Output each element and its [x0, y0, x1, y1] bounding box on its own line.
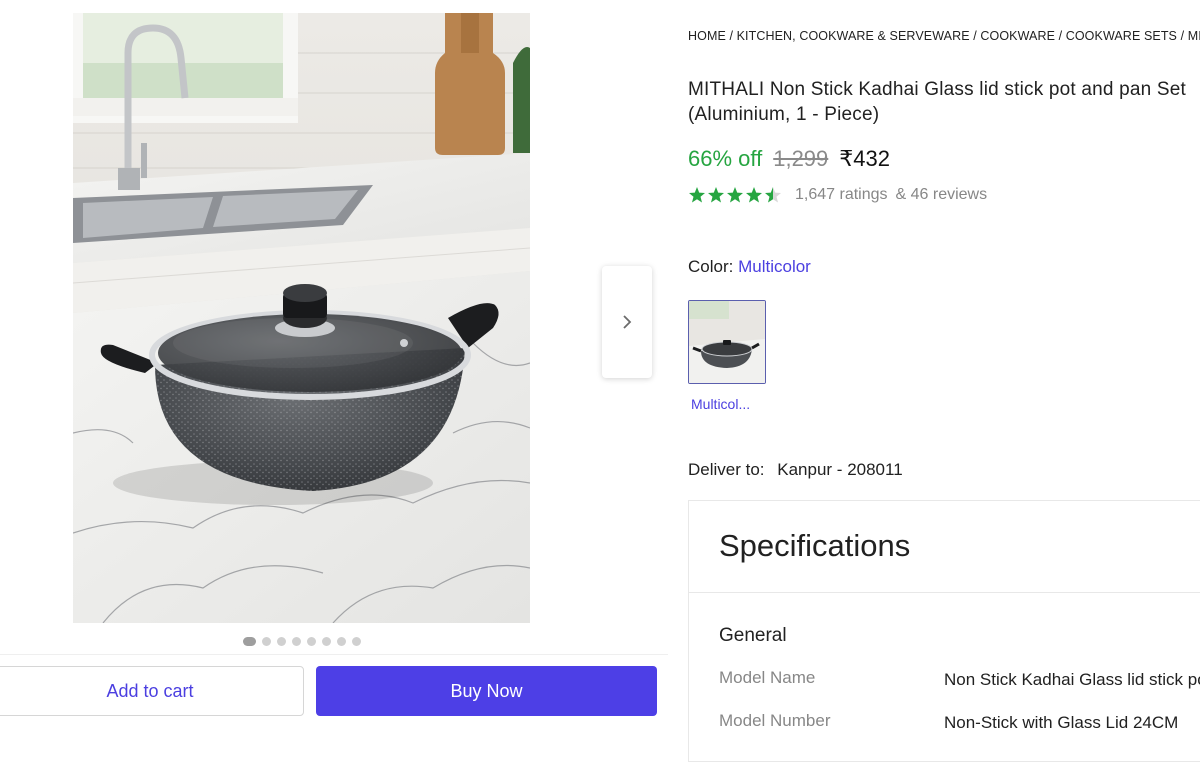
- selling-price: ₹432: [839, 146, 890, 171]
- spec-key-model-name: Model Name: [719, 668, 816, 687]
- pagination-dot[interactable]: [292, 637, 301, 646]
- spec-value-model-number: Non-Stick with Glass Lid 24CM: [944, 713, 1179, 732]
- kadhai-photo: [73, 13, 530, 623]
- spec-divider: [689, 592, 1200, 593]
- pagination-dot[interactable]: [337, 637, 346, 646]
- add-to-cart-button[interactable]: Add to cart: [0, 666, 304, 716]
- mrp-price: 1,299: [773, 146, 829, 171]
- next-image-button[interactable]: [602, 266, 652, 378]
- rating-row[interactable]: 1,647 ratings & 46 reviews: [688, 186, 987, 204]
- pagination-dot[interactable]: [277, 637, 286, 646]
- swatch-label: Multicol...: [691, 396, 751, 412]
- spec-value-model-name: Non Stick Kadhai Glass lid stick po: [944, 670, 1200, 689]
- color-label-text: Color:: [688, 257, 734, 276]
- pagination-dot[interactable]: [243, 637, 256, 646]
- pagination-dot[interactable]: [262, 637, 271, 646]
- ratings-count: 1,647 ratings: [795, 186, 888, 203]
- star-icon: [708, 187, 724, 203]
- discount-text: 66% off: [688, 146, 763, 171]
- rating-stars: [688, 186, 783, 204]
- specifications-title: Specifications: [719, 528, 911, 563]
- price-row: 66% off 1,299 ₹432: [688, 146, 890, 172]
- product-title: MITHALI Non Stick Kadhai Glass lid stick…: [688, 79, 1187, 125]
- swatch-thumbnail: [689, 301, 765, 383]
- color-swatch-multicolor[interactable]: [688, 300, 766, 384]
- buy-now-button[interactable]: Buy Now: [316, 666, 657, 716]
- color-label: Color: Multicolor: [688, 257, 811, 277]
- pagination-dot[interactable]: [352, 637, 361, 646]
- breadcrumb[interactable]: HOME / KITCHEN, COOKWARE & SERVEWARE / C…: [688, 29, 1200, 43]
- pagination-dot[interactable]: [307, 637, 316, 646]
- star-icon: [765, 187, 781, 203]
- pagination-dot[interactable]: [322, 637, 331, 646]
- deliver-pincode: Kanpur - 208011: [777, 460, 903, 479]
- product-image[interactable]: [73, 13, 530, 623]
- reviews-count: & 46 reviews: [895, 186, 988, 203]
- star-icon: [727, 187, 743, 203]
- color-selected-value: Multicolor: [738, 257, 811, 276]
- deliver-label: Deliver to:: [688, 460, 765, 479]
- delivery-location[interactable]: Deliver to: Kanpur - 208011: [688, 460, 903, 480]
- spec-group-general: General: [719, 625, 787, 646]
- star-icon: [689, 187, 705, 203]
- chevron-right-icon: [623, 315, 632, 329]
- image-pagination-dots: [243, 637, 361, 646]
- star-icon: [746, 187, 762, 203]
- spec-key-model-number: Model Number: [719, 711, 831, 730]
